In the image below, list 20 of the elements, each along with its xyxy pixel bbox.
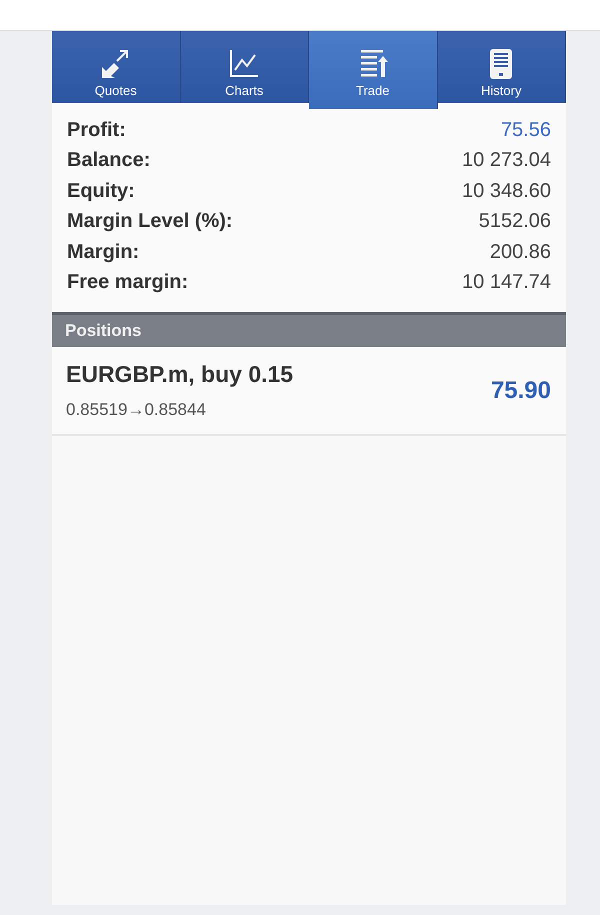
section-header: Positions [52, 312, 566, 347]
position-profit: 75.90 [490, 376, 551, 404]
summary-label: Margin Level (%): [67, 210, 233, 234]
summary-label: Balance: [67, 149, 150, 172]
summary-value: 10 147.74 [462, 271, 551, 294]
tab[interactable]: Trade [309, 31, 438, 109]
summary-value: 75.56 [500, 118, 551, 142]
summary-label: Profit: [67, 118, 126, 142]
tab[interactable]: Charts [180, 31, 309, 103]
tab[interactable]: Quotes [52, 31, 180, 103]
position-prices: 0.85519→0.85844 [66, 400, 207, 420]
summary-label: Margin: [67, 240, 140, 264]
summary-label: Equity: [67, 180, 135, 203]
summary-label: Free margin: [67, 271, 188, 294]
summary-value: 5152.06 [478, 210, 551, 234]
tab[interactable]: History [438, 31, 566, 103]
summary-value: 10 348.60 [462, 180, 551, 203]
summary-value: 200.86 [490, 240, 551, 264]
summary-value: 10 273.04 [462, 149, 551, 172]
position-symbol: EURGBP.m, buy 0.15 [66, 361, 294, 388]
